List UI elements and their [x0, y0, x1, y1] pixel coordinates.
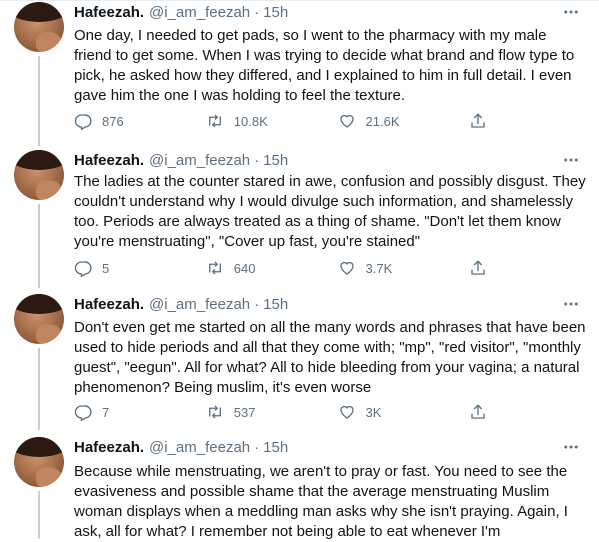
retweet-icon [208, 261, 221, 275]
retweet-button[interactable]: 10.8K [206, 112, 338, 130]
share-icon [471, 260, 485, 275]
reply-button[interactable]: 876 [74, 112, 206, 130]
tweet-actions: 7 537 3K [74, 402, 499, 422]
more-icon[interactable] [561, 437, 581, 457]
thread-line [38, 204, 40, 288]
author-name[interactable]: Hafeezah. [74, 152, 144, 169]
divider [0, 0, 599, 1]
separator: · [254, 295, 260, 313]
author-handle[interactable]: @i_am_feezah [149, 152, 250, 169]
retweet-count: 640 [233, 260, 256, 276]
reply-count: 876 [102, 113, 124, 129]
tweet-header: Hafeezah. @i_am_feezah · 15h [74, 294, 288, 314]
retweet-button[interactable]: 537 [206, 403, 338, 421]
share-button[interactable] [469, 112, 499, 130]
thread-line [38, 491, 40, 539]
like-icon [339, 114, 354, 128]
tweet-actions: 5 640 3.7K [74, 258, 499, 278]
retweet-count: 10.8K [233, 113, 268, 129]
like-button[interactable]: 3.7K [338, 259, 470, 277]
reply-count: 5 [102, 260, 110, 276]
author-name[interactable]: Hafeezah. [74, 4, 144, 21]
share-icon [471, 404, 485, 419]
reply-icon [74, 261, 92, 277]
reply-icon [74, 114, 92, 130]
share-icon [471, 113, 485, 128]
author-name[interactable]: Hafeezah. [74, 439, 144, 456]
share-button[interactable] [469, 403, 499, 421]
timestamp[interactable]: 15h [263, 4, 288, 21]
retweet-icon [208, 405, 221, 419]
reply-button[interactable]: 5 [74, 259, 206, 277]
like-count: 3K [365, 404, 382, 420]
thread-line [38, 56, 40, 146]
tweet-thread: Hafeezah. @i_am_feezah · 15h One day, I … [0, 0, 599, 540]
like-icon [339, 261, 354, 275]
reply-icon [74, 405, 92, 421]
more-icon[interactable] [561, 2, 581, 22]
tweet-text: The ladies at the counter stared in awe,… [74, 173, 586, 250]
avatar[interactable] [14, 437, 64, 487]
reply-count: 7 [102, 404, 110, 420]
tweet-text: One day, I needed to get pads, so I went… [74, 27, 575, 104]
like-button[interactable]: 21.6K [338, 112, 470, 130]
timestamp[interactable]: 15h [263, 439, 288, 456]
tweet-header: Hafeezah. @i_am_feezah · 15h [74, 2, 288, 22]
retweet-count: 537 [233, 404, 256, 420]
timestamp[interactable]: 15h [263, 296, 288, 313]
separator: · [254, 438, 260, 456]
tweet-header: Hafeezah. @i_am_feezah · 15h [74, 150, 288, 170]
avatar[interactable] [14, 2, 64, 52]
separator: · [254, 151, 260, 169]
more-icon[interactable] [561, 294, 581, 314]
author-handle[interactable]: @i_am_feezah [149, 4, 250, 21]
tweet-text: Don't even get me started on all the man… [74, 319, 586, 396]
tweet-actions: 876 10.8K 21.6K [74, 111, 499, 131]
share-button[interactable] [469, 259, 499, 277]
author-handle[interactable]: @i_am_feezah [149, 439, 250, 456]
thread-line [38, 348, 40, 430]
like-icon [339, 405, 354, 419]
tweet-header: Hafeezah. @i_am_feezah · 15h [74, 437, 288, 457]
reply-button[interactable]: 7 [74, 403, 206, 421]
avatar[interactable] [14, 150, 64, 200]
author-handle[interactable]: @i_am_feezah [149, 296, 250, 313]
avatar[interactable] [14, 294, 64, 344]
like-count: 21.6K [365, 113, 400, 129]
more-icon[interactable] [561, 150, 581, 170]
author-name[interactable]: Hafeezah. [74, 296, 144, 313]
retweet-button[interactable]: 640 [206, 259, 338, 277]
separator: · [254, 3, 260, 21]
tweet-text: Because while menstruating, we aren't to… [74, 463, 568, 540]
retweet-icon [208, 114, 221, 128]
timestamp[interactable]: 15h [263, 152, 288, 169]
like-button[interactable]: 3K [338, 403, 470, 421]
like-count: 3.7K [365, 260, 393, 276]
